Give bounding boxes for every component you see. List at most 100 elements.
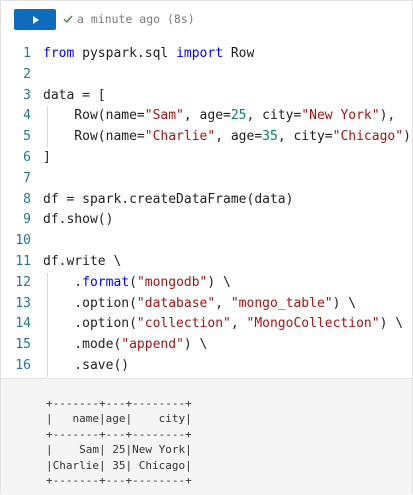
code-line[interactable]: 14 .option("collection", "MongoCollectio…	[1, 314, 412, 334]
code-line[interactable]: 2	[1, 65, 412, 85]
line-number: 8	[23, 191, 31, 207]
code-line[interactable]: 8 df = spark.createDataFrame(data)	[1, 190, 412, 210]
code-text: data = [	[43, 86, 106, 106]
line-number: 11	[15, 254, 31, 269]
code-token: data = [	[43, 87, 106, 103]
code-line[interactable]: 1 from pyspark.sql import Row	[1, 44, 412, 64]
line-number: 1	[23, 46, 31, 61]
output-line: | Sam| 25|New York|	[46, 443, 192, 457]
code-string: "append"	[121, 337, 184, 353]
code-string: "database"	[136, 295, 216, 311]
indent-guide	[47, 106, 48, 148]
output-line: +-------+---+--------+	[46, 397, 192, 410]
code-line[interactable]: 3 data = [	[1, 86, 412, 106]
code-text: Row(name="Charlie", age=35, city="Chicag…	[43, 127, 411, 147]
code-text: .save()	[43, 356, 129, 376]
code-string: "New York"	[301, 108, 380, 124]
code-token: .mode(	[43, 337, 122, 353]
code-string: "mongo_table"	[230, 295, 333, 311]
code-line[interactable]: 9 df.show()	[1, 210, 412, 230]
code-token: .save()	[43, 358, 130, 373]
code-token: , age=	[183, 108, 231, 124]
line-number: 10	[15, 233, 31, 249]
line-number: 15	[15, 337, 31, 353]
execution-status: a minute ago (8s)	[63, 12, 195, 26]
line-number: 16	[15, 358, 31, 373]
output-line: | name|age| city|	[46, 412, 192, 426]
code-token: , age=	[215, 129, 263, 145]
code-token: )	[403, 129, 411, 145]
code-line[interactable]: 6]	[1, 148, 412, 168]
code-token: ) \	[207, 274, 231, 290]
code-token: df.show()	[43, 212, 114, 228]
code-token: pyspark.sql	[74, 46, 177, 61]
code-string: "Sam"	[144, 108, 184, 124]
line-number: 9	[23, 212, 31, 228]
code-token: ,	[215, 295, 231, 311]
cell-toolbar: a minute ago (8s)	[1, 1, 412, 37]
code-line[interactable]: 5 Row(name="Charlie", age=35, city="Chic…	[1, 127, 412, 147]
line-number: 12	[15, 274, 31, 290]
play-icon	[33, 15, 39, 24]
line-number: 3	[23, 87, 31, 103]
notebook-cell: a minute ago (8s) 1 from pyspark.sql impo…	[0, 0, 413, 495]
code-string: "mongodb"	[136, 274, 208, 290]
code-string: "MongoCollection"	[246, 316, 380, 332]
code-line[interactable]: 10	[1, 231, 412, 251]
code-number: 25	[230, 108, 247, 124]
code-token: ) \	[183, 337, 208, 353]
code-token: ) \	[379, 316, 404, 332]
indent-guide	[47, 272, 48, 377]
code-text: from pyspark.sql import Row	[43, 44, 254, 64]
code-token: .option(	[43, 295, 137, 311]
code-line[interactable]: 4 Row(name="Sam", age=25, city="New York…	[1, 106, 412, 126]
code-string: "collection"	[136, 316, 231, 332]
line-number: 13	[15, 295, 31, 311]
code-string: "Charlie"	[144, 129, 216, 145]
code-token: Row(name=	[43, 129, 145, 145]
code-keyword: from	[43, 46, 75, 61]
code-line[interactable]: 16 .save()	[1, 356, 412, 376]
code-line[interactable]: 15 .mode("append") \	[1, 335, 412, 355]
cell-output: +-------+---+--------+ | name|age| city| +…	[1, 378, 412, 495]
code-text: ]	[43, 148, 51, 168]
code-text: df.write \	[43, 252, 121, 272]
execution-time-text: a minute ago (8s)	[77, 12, 195, 26]
output-line: |Charlie| 35| Chicago|	[46, 458, 192, 472]
code-token: Row(name=	[43, 108, 145, 124]
code-keyword: import	[176, 46, 224, 61]
code-line[interactable]: 11 df.write \	[1, 252, 412, 272]
line-number: 5	[23, 129, 31, 145]
code-text: df.show()	[43, 210, 113, 230]
code-keyword: format	[82, 274, 130, 290]
line-number: 2	[23, 66, 31, 82]
code-text: df = spark.createDataFrame(data)	[43, 190, 293, 210]
code-token: .	[43, 274, 83, 290]
line-number: 7	[23, 170, 31, 186]
code-token: df = spark.createDataFrame(data)	[43, 191, 294, 207]
code-text: Row(name="Sam", age=25, city="New York")…	[43, 106, 395, 126]
output-line: +-------+---+--------+	[46, 427, 192, 441]
code-token: .option(	[43, 316, 137, 332]
code-line[interactable]: 7	[1, 169, 412, 189]
code-token: ,	[230, 316, 247, 332]
code-token: , city=	[246, 108, 302, 124]
line-number: 4	[23, 108, 31, 124]
code-number: 35	[262, 129, 278, 145]
line-number: 14	[15, 316, 31, 332]
code-token: Row	[223, 46, 255, 61]
code-token: , city=	[277, 129, 333, 145]
code-token: df.write \	[43, 254, 122, 269]
code-line[interactable]: 12 .format("mongodb") \	[1, 273, 412, 293]
code-line[interactable]: 13 .option("database", "mongo_table") \	[1, 294, 412, 314]
code-token: (	[129, 274, 137, 290]
code-string: "Chicago"	[332, 129, 404, 145]
code-token: ) \	[332, 295, 357, 311]
run-cell-button[interactable]	[14, 9, 56, 30]
checkmark-icon	[63, 15, 73, 24]
line-number: 6	[23, 150, 31, 165]
code-text: .format("mongodb") \	[43, 273, 231, 293]
code-text: .option("collection", "MongoCollection")…	[43, 314, 403, 334]
code-token: ]	[43, 150, 51, 165]
code-text: .mode("append") \	[43, 335, 207, 355]
